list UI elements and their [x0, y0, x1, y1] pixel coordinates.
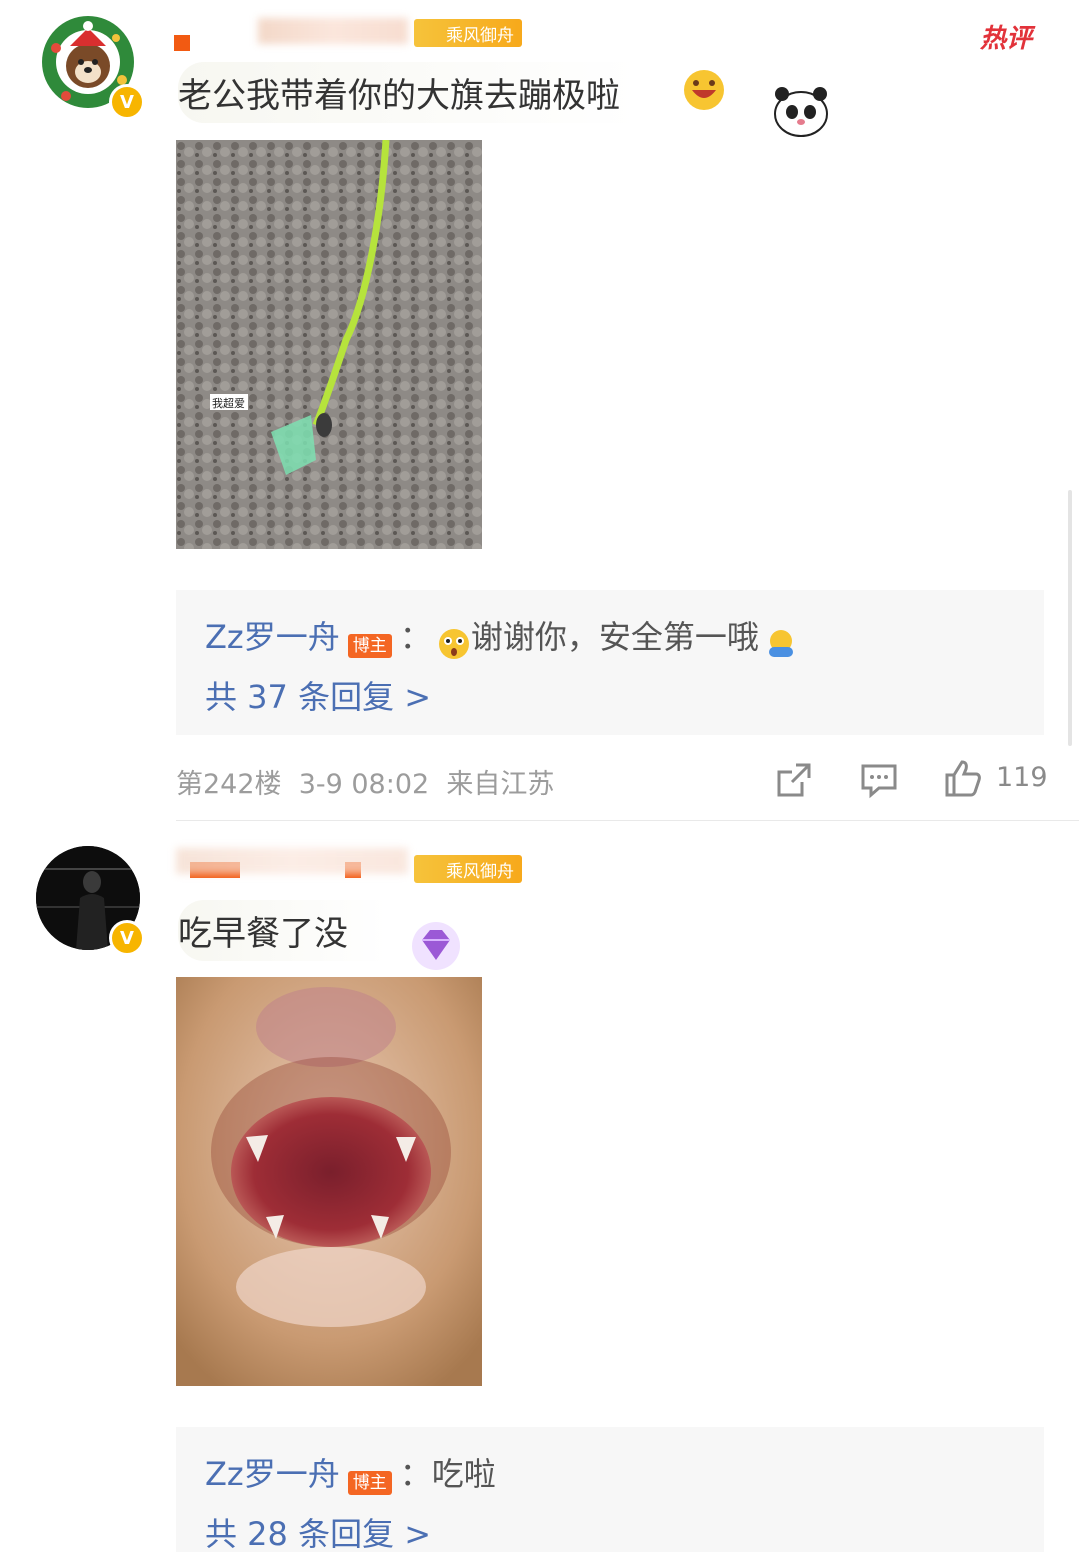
photo-caption: 我超爱	[212, 397, 245, 410]
cat-mouth-photo	[176, 977, 482, 1386]
reply-line: Zz罗一舟 博主 ： 谢谢你，安全第一哦	[205, 612, 798, 661]
panda-decoration	[774, 87, 828, 137]
purple-gem-decoration	[412, 922, 460, 970]
reply-text: 谢谢你，安全第一哦	[470, 618, 759, 656]
comment-bubble: 老公我带着你的大旗去蹦极啦	[178, 62, 836, 123]
scrollbar-thumb[interactable]	[1068, 490, 1072, 746]
fan-club-badge: 乘风御舟	[414, 19, 522, 47]
comment-photo[interactable]: 我超爱	[176, 140, 482, 549]
reply-text: 吃啦	[431, 1455, 496, 1493]
reply-colon: ：	[399, 1455, 432, 1493]
comment-photo[interactable]	[176, 977, 482, 1386]
author-tag: 博主	[347, 1471, 392, 1495]
reply-colon: ：	[399, 618, 432, 656]
comment-meta: 第242楼 3-9 08:02 来自江苏	[176, 769, 555, 800]
reply-line: Zz罗一舟 博主 ：吃啦	[205, 1449, 496, 1495]
reply-preview-box[interactable]: Zz罗一舟 博主 ： 谢谢你，安全第一哦 共 37 条回复 >	[176, 590, 1044, 735]
bungee-photo	[176, 140, 482, 549]
verified-v-icon: V	[109, 920, 145, 956]
shock-emoji	[438, 628, 469, 659]
reply-count-link[interactable]: 共 37 条回复 >	[205, 672, 431, 718]
username-marker	[174, 35, 190, 51]
username-blurred[interactable]	[176, 848, 408, 874]
reply-preview-box[interactable]: Zz罗一舟 博主 ：吃啦 共 28 条回复 >	[176, 1427, 1044, 1555]
laugh-emoji	[684, 70, 724, 110]
comment-divider	[176, 820, 1079, 821]
comment-text: 吃早餐了没	[178, 914, 348, 954]
reply-author[interactable]: Zz罗一舟	[205, 618, 340, 656]
username-blurred[interactable]	[258, 18, 408, 44]
hug-emoji	[768, 629, 793, 657]
like-count: 119	[996, 762, 1048, 793]
comment-text: 老公我带着你的大旗去蹦极啦	[178, 76, 620, 116]
author-tag: 博主	[347, 634, 392, 658]
verified-v-icon: V	[109, 84, 145, 120]
reply-author[interactable]: Zz罗一舟	[205, 1455, 340, 1493]
share-icon[interactable]	[774, 760, 814, 800]
like-icon[interactable]	[943, 758, 983, 798]
comment-icon[interactable]	[859, 760, 899, 800]
fan-club-badge: 乘风御舟	[414, 855, 522, 883]
reply-count-link[interactable]: 共 28 条回复 >	[205, 1509, 431, 1555]
hot-comment-badge: 热评	[980, 24, 1033, 54]
